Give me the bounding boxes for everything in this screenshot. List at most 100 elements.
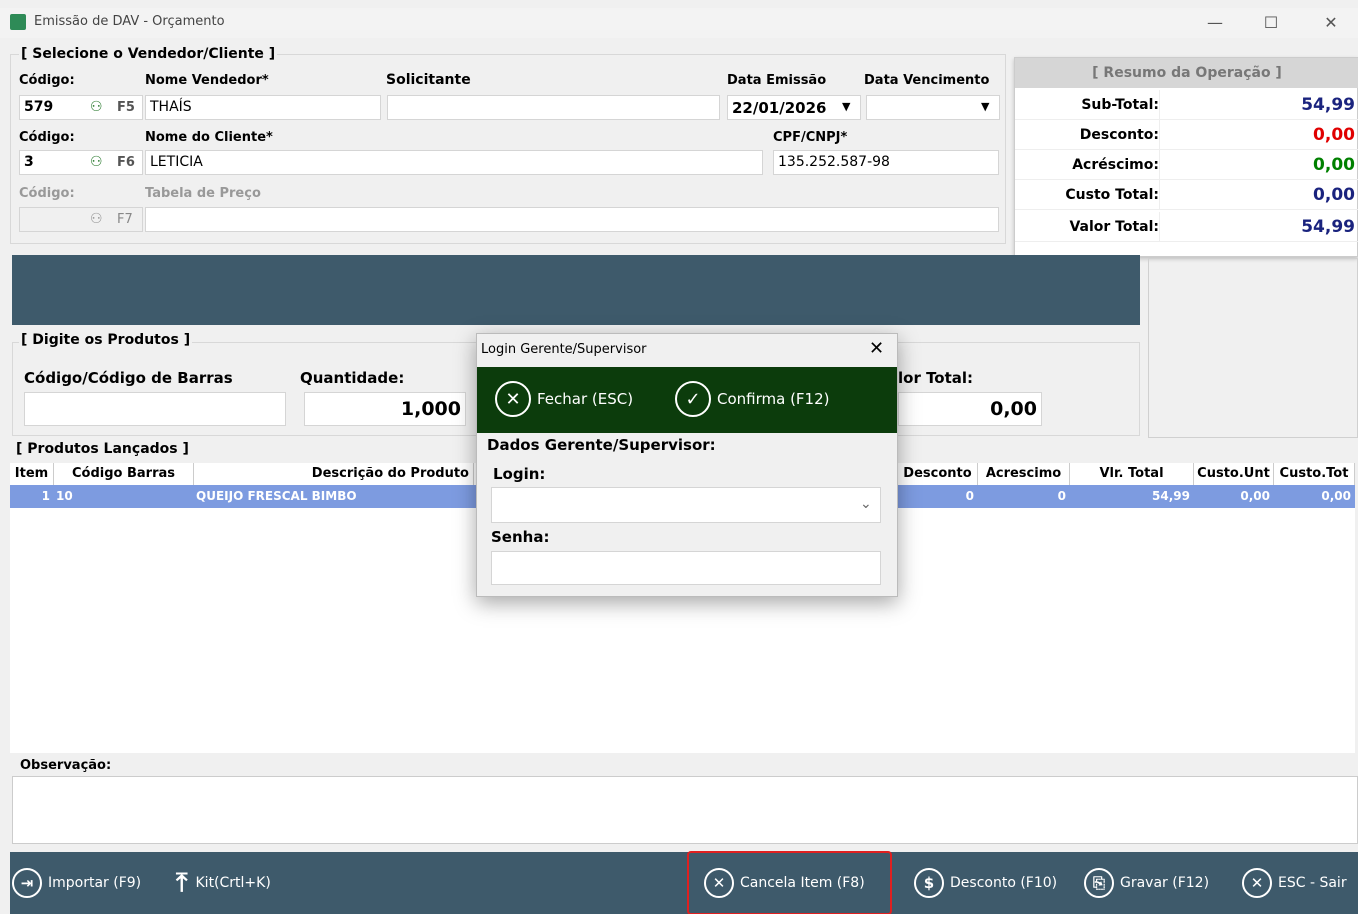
resumo-value: 0,00 [1313, 155, 1355, 175]
tabela-name-field [145, 207, 999, 232]
kit-label: Kit(Crtl+K) [195, 875, 271, 891]
data-emissao-value: 22/01/2026 [732, 99, 827, 117]
column-header[interactable]: Vlr. Total [1070, 463, 1194, 485]
confirma-label: Confirma (F12) [717, 390, 830, 408]
cell-custo-tot: 0,00 [1321, 489, 1351, 503]
search-person-icon[interactable]: ⚇ [90, 99, 103, 115]
cliente-fkey: F6 [117, 155, 135, 170]
resumo-value: 54,99 [1301, 217, 1355, 237]
vendedor-fkey: F5 [117, 100, 135, 115]
cell-custo-unt: 0,00 [1240, 489, 1270, 503]
senha-input[interactable] [491, 551, 881, 585]
cliente-name-field[interactable]: LETICIA [145, 150, 763, 175]
vendedor-name-field[interactable]: THAÍS [145, 95, 381, 120]
chevron-down-icon[interactable]: ⌄ [860, 496, 872, 512]
chevron-down-icon[interactable]: ▼ [842, 100, 850, 113]
valor-total-label: lor Total: [898, 369, 974, 387]
resumo-title: [ Resumo da Operação ] [1015, 58, 1358, 88]
bottom-toolbar: ⇥ Importar (F9) ⤒ Kit(Crtl+K) ✕ Cancela … [10, 852, 1358, 914]
dialog-title: Login Gerente/Supervisor [481, 342, 647, 357]
window-title: Emissão de DAV - Orçamento [34, 14, 225, 29]
dialog-toolbar: ✕ Fechar (ESC) ✓ Confirma (F12) [477, 367, 897, 433]
lancados-title: [ Produtos Lançados ] [16, 441, 189, 457]
login-label: Login: [493, 465, 546, 483]
login-supervisor-dialog: Login Gerente/Supervisor ✕ ✕ Fechar (ESC… [476, 333, 898, 597]
gravar-label: Gravar (F12) [1120, 875, 1210, 891]
fechar-label: Fechar (ESC) [537, 390, 634, 408]
close-window-button[interactable]: ✕ [1308, 10, 1354, 36]
kit-button[interactable]: ⤒ Kit(Crtl+K) [176, 866, 271, 900]
resumo-label: Valor Total: [1015, 212, 1160, 242]
column-header[interactable]: Desconto [898, 463, 978, 485]
gravar-button[interactable]: ⎘ Gravar (F12) [1084, 866, 1209, 900]
data-vencimento-label: Data Vencimento [864, 73, 990, 88]
senha-label: Senha: [491, 528, 550, 546]
vendedor-code-value: 579 [24, 99, 54, 115]
save-icon: ⎘ [1084, 868, 1114, 898]
resumo-row: Acréscimo: 0,00 [1015, 150, 1358, 180]
resumo-row: Sub-Total: 54,99 [1015, 90, 1358, 120]
data-emissao-field[interactable]: 22/01/2026 ▼ [727, 95, 861, 120]
cell-descricao: QUEIJO FRESCAL BIMBO [196, 489, 357, 503]
solicitante-field[interactable] [387, 95, 720, 120]
confirma-button[interactable]: ✓ Confirma (F12) [675, 381, 830, 417]
side-panel [1148, 258, 1358, 438]
resumo-label: Custo Total: [1015, 180, 1160, 210]
column-header[interactable]: Item [10, 463, 54, 485]
vendedor-code-field[interactable]: 579 ⚇ F5 [19, 95, 143, 120]
cell-desconto: 0 [965, 489, 974, 503]
close-circle-icon: ✕ [495, 381, 531, 417]
resumo-label: Desconto: [1015, 120, 1160, 150]
produto-codigo-input[interactable] [24, 392, 286, 426]
window-titlebar: Emissão de DAV - Orçamento — ☐ ✕ [0, 8, 1358, 38]
data-vencimento-field[interactable]: ▼ [866, 95, 1000, 120]
esc-sair-button[interactable]: ✕ ESC - Sair [1242, 866, 1347, 900]
produto-codigo-label: Código/Código de Barras [24, 369, 233, 387]
login-select[interactable]: ⌄ [491, 487, 881, 523]
cliente-code-label: Código: [19, 130, 75, 145]
resumo-label: Sub-Total: [1015, 90, 1160, 120]
column-header[interactable]: Código Barras [54, 463, 194, 485]
vendedor-cliente-title: [ Selecione o Vendedor/Cliente ] [19, 46, 278, 62]
vendedor-name-label: Nome Vendedor* [145, 73, 269, 88]
search-person-icon: ⚇ [90, 211, 103, 227]
solicitante-label: Solicitante [386, 72, 471, 88]
column-header[interactable]: Acrescimo [978, 463, 1070, 485]
highlight-box [687, 851, 892, 914]
chevron-down-icon[interactable]: ▼ [981, 100, 989, 113]
column-header[interactable]: Descrição do Produto [194, 463, 474, 485]
cpf-label: CPF/CNPJ* [773, 130, 848, 145]
resumo-row: Valor Total: 54,99 [1015, 212, 1358, 242]
column-header[interactable]: Custo.Tot [1274, 463, 1355, 485]
import-icon: ⇥ [12, 868, 42, 898]
app-icon [10, 14, 26, 30]
resumo-label: Acréscimo: [1015, 150, 1160, 180]
cpf-field[interactable]: 135.252.587-98 [773, 150, 999, 175]
close-circle-icon: ✕ [1242, 868, 1272, 898]
resumo-value: 0,00 [1313, 185, 1355, 205]
quantidade-input[interactable]: 1,000 [304, 392, 466, 426]
search-person-icon[interactable]: ⚇ [90, 154, 103, 170]
valor-total-input[interactable]: 0,00 [898, 392, 1042, 426]
observacao-label: Observação: [20, 758, 112, 773]
maximize-button[interactable]: ☐ [1248, 10, 1294, 36]
cell-item: 1 [41, 489, 50, 503]
importar-label: Importar (F9) [48, 875, 142, 891]
tabela-label: Tabela de Preço [145, 186, 261, 201]
tabela-fkey: F7 [117, 212, 133, 227]
upload-arrow-icon: ⤒ [176, 867, 188, 898]
cliente-name-label: Nome do Cliente* [145, 130, 273, 145]
desconto-button[interactable]: $ Desconto (F10) [914, 866, 1057, 900]
cliente-code-value: 3 [24, 154, 34, 170]
dialog-close-button[interactable]: ✕ [869, 338, 884, 359]
observacao-field[interactable] [12, 776, 1358, 844]
check-circle-icon: ✓ [675, 381, 711, 417]
column-header[interactable]: Custo.Unt [1194, 463, 1274, 485]
tabela-code-label: Código: [19, 186, 75, 201]
fechar-button[interactable]: ✕ Fechar (ESC) [495, 381, 633, 417]
quantidade-label: Quantidade: [300, 369, 405, 387]
cliente-code-field[interactable]: 3 ⚇ F6 [19, 150, 143, 175]
importar-button[interactable]: ⇥ Importar (F9) [12, 866, 141, 900]
minimize-button[interactable]: — [1192, 10, 1238, 36]
product-image-band [12, 255, 1140, 325]
